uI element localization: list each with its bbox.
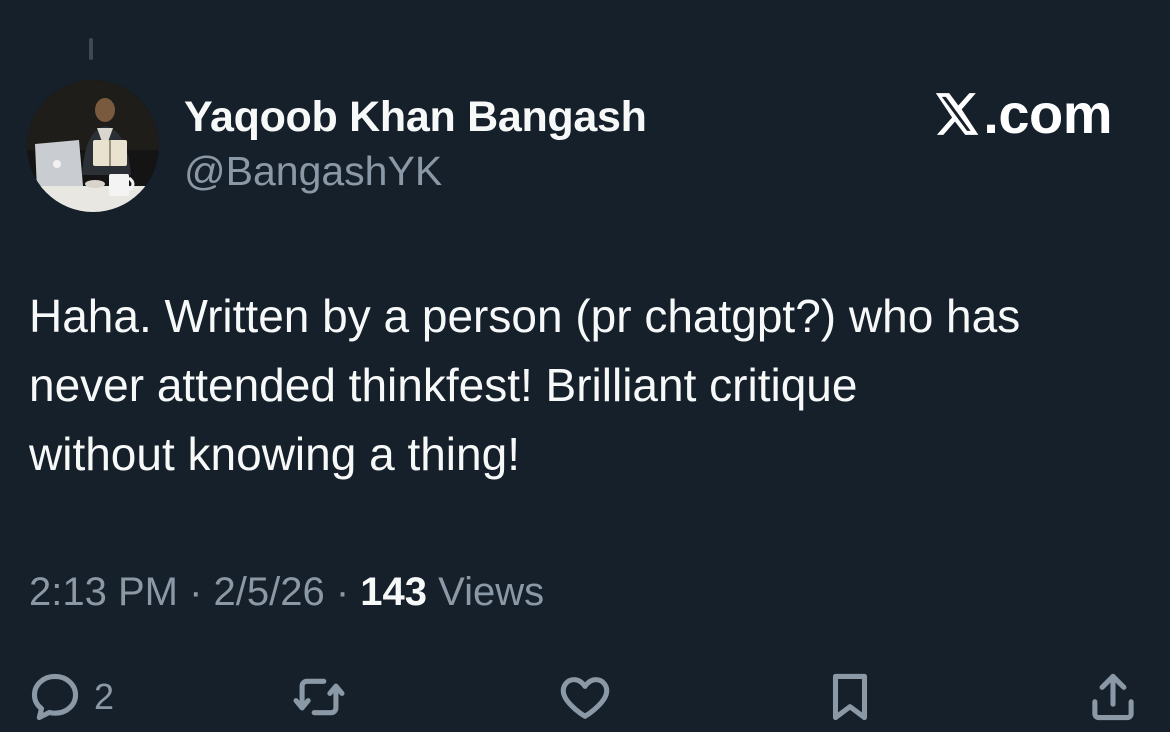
views-label: Views [427,570,545,614]
tweet-time[interactable]: 2:13 PM [29,570,178,614]
bookmark-button[interactable] [821,668,879,726]
tweet-date[interactable]: 2/5/26 [214,570,325,614]
reply-icon [31,673,79,721]
retweet-icon [293,678,345,716]
reply-count: 2 [94,676,115,717]
retweet-button[interactable] [290,668,348,726]
avatar[interactable] [27,80,159,212]
brand-domain-text: .com [983,82,1112,145]
meta-separator: · [324,570,361,614]
avatar-photo [27,80,159,212]
heart-icon [560,677,610,719]
tweet-meta: 2:13 PM · 2/5/26 · 143 Views [29,570,544,615]
author-name[interactable]: Yaqoob Khan Bangash [184,93,647,142]
meta-separator: · [177,570,214,614]
author-handle[interactable]: @BangashYK [184,148,442,195]
x-logo-icon [936,93,979,135]
share-button[interactable] [1084,668,1142,726]
bookmark-icon [832,673,868,721]
views-count: 143 [360,570,428,614]
brand-watermark: .com [929,86,1112,142]
share-icon [1092,673,1134,721]
reply-button[interactable]: 2 [26,668,114,726]
thread-connector-line [89,38,93,60]
tweet-text: Haha. Written by a person (pr chatgpt?) … [29,290,1021,480]
like-button[interactable] [556,668,614,726]
